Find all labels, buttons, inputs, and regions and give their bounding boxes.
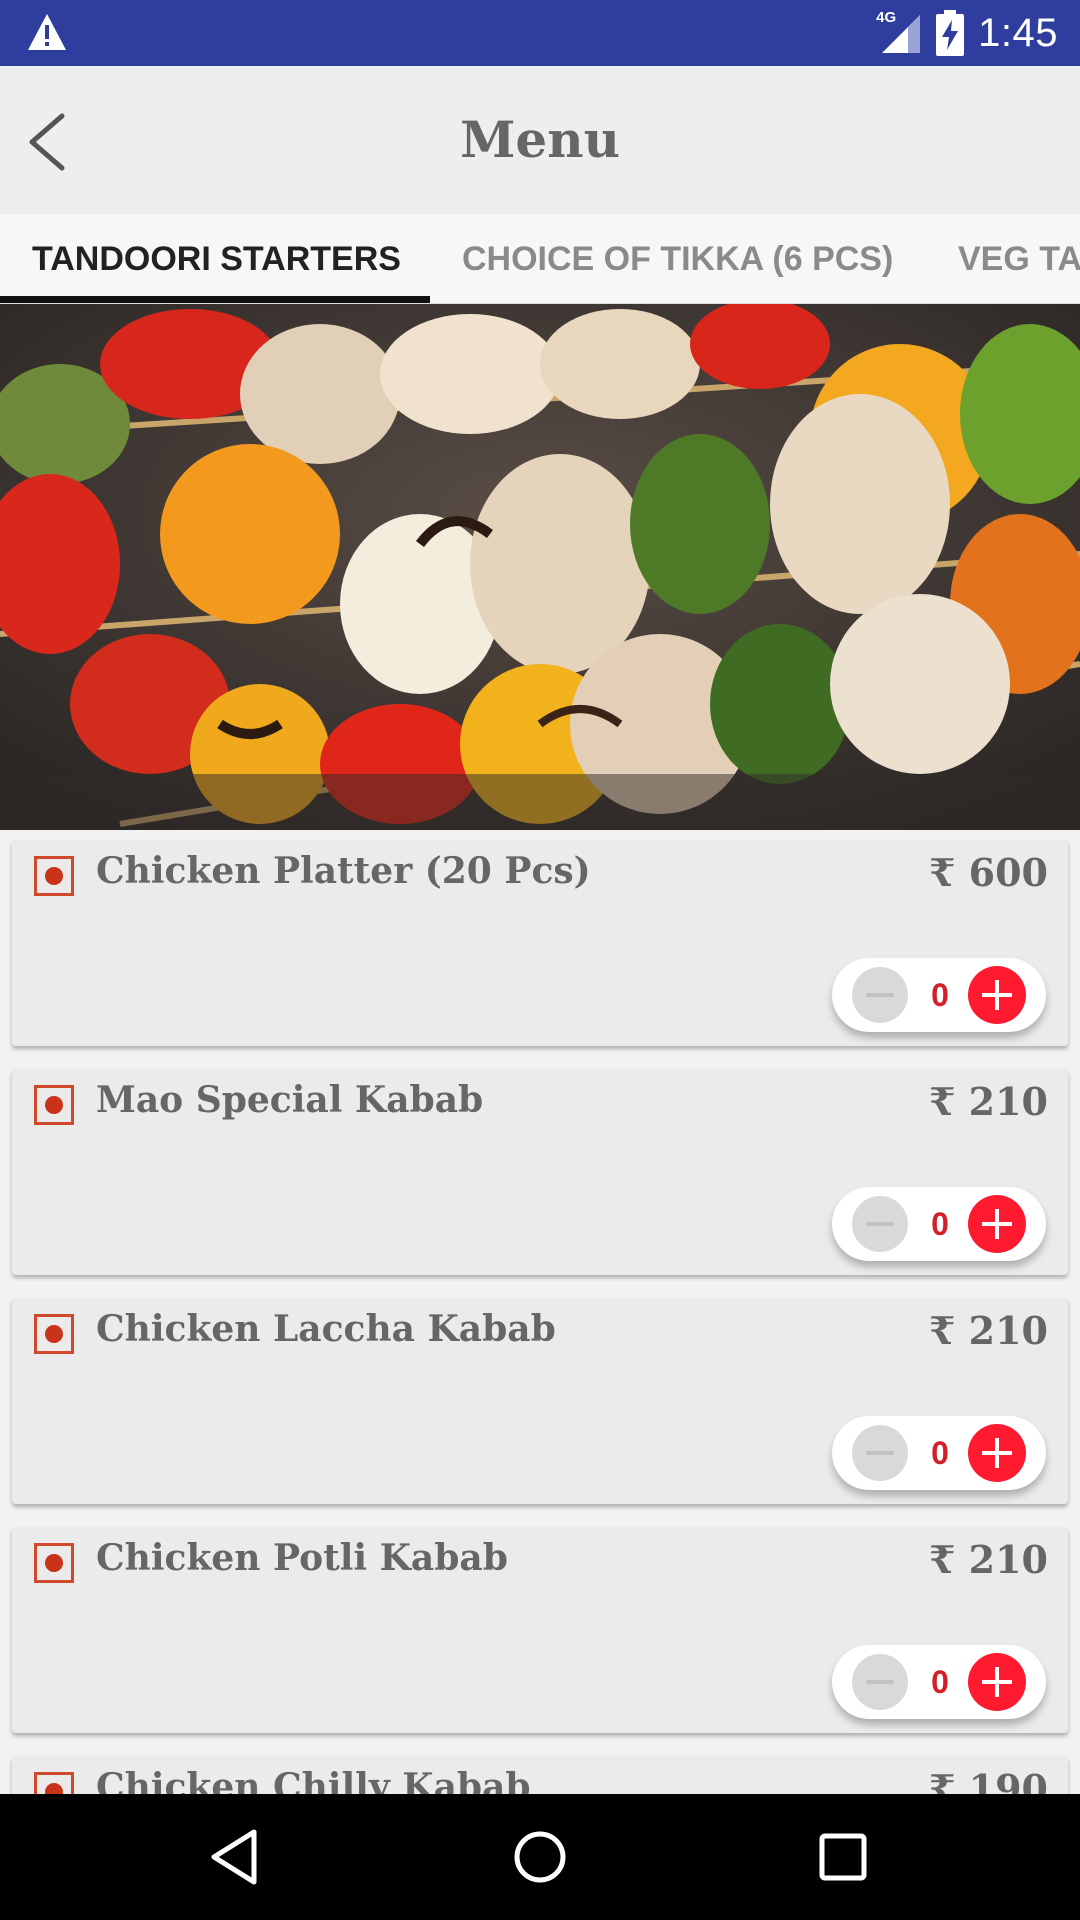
nav-home-icon[interactable] [507, 1824, 573, 1890]
status-time: 1:45 [978, 10, 1058, 55]
increase-quantity-button[interactable] [968, 1424, 1026, 1482]
hero-image [0, 304, 1080, 830]
quantity-stepper: 0 [832, 958, 1046, 1032]
signal-icon: 4G [876, 9, 922, 55]
increase-quantity-button[interactable] [968, 1653, 1026, 1711]
kebab-skewers-photo [0, 304, 1080, 830]
menu-item-card[interactable]: Chicken Potli Kabab ₹ 210 0 [12, 1527, 1068, 1733]
food-type-icon [34, 856, 74, 896]
battery-charging-icon [936, 10, 965, 56]
item-price: ₹ 190 [929, 1766, 1048, 1794]
tab-choice-of-tikka[interactable]: CHOICE OF TIKKA (6 PCS) [462, 214, 893, 303]
quantity-value: 0 [931, 1206, 949, 1242]
quantity-stepper: 0 [832, 1645, 1046, 1719]
item-price: ₹ 210 [929, 1537, 1048, 1582]
menu-item-card[interactable]: Chicken Platter (20 Pcs) ₹ 600 0 [12, 840, 1068, 1046]
menu-item-card[interactable]: Chicken Chilly Kabab ₹ 190 0 [12, 1756, 1068, 1794]
item-name: Chicken Potli Kabab [96, 1537, 508, 1579]
status-bar: 4G 1:45 [0, 0, 1080, 66]
nav-back-icon[interactable] [202, 1824, 268, 1890]
quantity-value: 0 [931, 1435, 949, 1471]
tab-indicator [0, 296, 430, 303]
tab-tandoori-starters[interactable]: TANDOORI STARTERS [32, 214, 401, 303]
item-price: ₹ 210 [929, 1308, 1048, 1353]
item-name: Chicken Chilly Kabab [96, 1766, 531, 1794]
decrease-quantity-button[interactable] [852, 967, 908, 1023]
item-name: Chicken Platter (20 Pcs) [96, 850, 591, 892]
decrease-quantity-button[interactable] [852, 1654, 908, 1710]
nav-recents-icon[interactable] [810, 1824, 876, 1890]
menu-item-card[interactable]: Chicken Laccha Kabab ₹ 210 0 [12, 1298, 1068, 1504]
item-name: Chicken Laccha Kabab [96, 1308, 556, 1350]
quantity-stepper: 0 [832, 1187, 1046, 1261]
menu-item-card[interactable]: Mao Special Kabab ₹ 210 0 [12, 1069, 1068, 1275]
quantity-value: 0 [931, 977, 949, 1013]
food-type-icon [34, 1085, 74, 1125]
item-price: ₹ 210 [929, 1079, 1048, 1124]
item-price: ₹ 600 [929, 850, 1048, 895]
quantity-value: 0 [931, 1664, 949, 1700]
quantity-stepper: 0 [832, 1416, 1046, 1490]
category-tabs: TANDOORI STARTERS CHOICE OF TIKKA (6 PCS… [0, 214, 1080, 304]
increase-quantity-button[interactable] [968, 1195, 1026, 1253]
tab-veg-tandoori[interactable]: VEG TANDOORI [958, 214, 1080, 303]
food-type-icon [34, 1543, 74, 1583]
food-type-icon [34, 1314, 74, 1354]
system-nav-bar [0, 1794, 1080, 1920]
item-name: Mao Special Kabab [96, 1079, 484, 1121]
food-type-icon [34, 1772, 74, 1794]
page-title: Menu [460, 110, 620, 169]
increase-quantity-button[interactable] [968, 966, 1026, 1024]
menu-item-list: Chicken Platter (20 Pcs) ₹ 600 0 Mao Spe… [0, 830, 1080, 1794]
toolbar: Menu [0, 66, 1080, 214]
decrease-quantity-button[interactable] [852, 1425, 908, 1481]
network-type-label: 4G [876, 9, 897, 26]
warning-icon [28, 14, 66, 50]
decrease-quantity-button[interactable] [852, 1196, 908, 1252]
